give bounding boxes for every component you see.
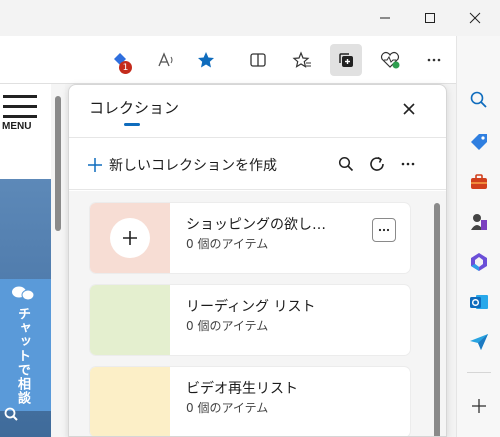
read-aloud-button[interactable] (150, 44, 182, 76)
sidebar-tools-button[interactable] (465, 168, 493, 196)
split-screen-icon (250, 53, 266, 67)
favorites-button[interactable] (286, 44, 318, 76)
close-window-button[interactable] (455, 0, 495, 36)
refresh-button[interactable] (365, 152, 389, 176)
games-icon (471, 214, 487, 230)
collection-thumbnail (90, 285, 170, 355)
shopping-tag-icon (471, 134, 487, 150)
outlook-icon (470, 295, 488, 309)
search-icon (338, 156, 354, 172)
collections-panel: コレクション 新しいコレクションを作成 ショッピングの欲し… 0 個のアイテム … (68, 84, 447, 437)
sidebar-send-button[interactable] (465, 328, 493, 356)
collection-title: ショッピングの欲し… (186, 217, 326, 233)
collections-scrollbar[interactable] (433, 197, 441, 436)
new-collection-label: 新しいコレクションを作成 (109, 158, 277, 174)
browser-sidebar (456, 36, 500, 437)
more-icon (427, 58, 441, 62)
minimize-button[interactable] (365, 0, 405, 36)
sidebar-microsoft365-button[interactable] (465, 248, 493, 276)
collection-title: ビデオ再生リスト (186, 381, 298, 397)
tools-icon (471, 174, 487, 189)
chat-consult-label: チャットで相談 (15, 307, 30, 405)
sidebar-outlook-button[interactable] (465, 288, 493, 316)
close-window-icon (469, 12, 481, 24)
new-collection-button[interactable]: 新しいコレクションを作成 (87, 155, 277, 175)
settings-more-button[interactable] (418, 44, 450, 76)
chat-bubble-icon (12, 286, 35, 301)
search-icon[interactable] (4, 407, 18, 421)
list-item[interactable]: ショッピングの欲し… 0 個のアイテム (90, 203, 410, 273)
sidebar-divider (467, 372, 491, 373)
collections-actions: 新しいコレクションを作成 (69, 138, 446, 190)
panel-title: コレクション (89, 99, 180, 117)
collections-list: ショッピングの欲し… 0 個のアイテム リーディング リスト 0 個のアイテム … (69, 191, 446, 436)
read-aloud-icon (158, 52, 173, 67)
title-underline (124, 123, 140, 126)
microsoft365-icon (471, 253, 487, 271)
more-icon (378, 228, 390, 232)
add-icon (472, 399, 486, 413)
collection-item-count: 0 個のアイテム (186, 237, 269, 251)
more-icon (401, 162, 415, 166)
minimize-icon (380, 17, 390, 19)
close-panel-button[interactable] (397, 97, 421, 121)
collection-more-button[interactable] (372, 218, 396, 242)
chat-consult-button[interactable]: チャットで相談 (0, 279, 51, 411)
collection-item-count: 0 個のアイテム (186, 401, 269, 415)
collections-scrollbar-thumb[interactable] (434, 203, 440, 436)
sidebar-add-button[interactable] (465, 392, 493, 420)
add-to-collection-button[interactable] (110, 218, 150, 258)
page-scrollbar-thumb[interactable] (55, 96, 61, 231)
favorite-star-icon (198, 52, 214, 68)
collections-button[interactable] (330, 44, 362, 76)
sidebar-shopping-button[interactable] (465, 128, 493, 156)
favorites-icon (292, 51, 311, 68)
notification-badge: 1 (119, 61, 132, 74)
extensions-button[interactable]: 1 (104, 44, 136, 76)
collection-thumbnail (90, 367, 170, 436)
browser-toolbar: 1 (0, 36, 456, 84)
menu-label: MENU (2, 121, 32, 132)
collections-more-button[interactable] (396, 152, 420, 176)
sidebar-games-button[interactable] (465, 208, 493, 236)
search-icon (470, 91, 487, 108)
close-icon (403, 103, 415, 115)
maximize-icon (425, 13, 435, 23)
list-item[interactable]: ビデオ再生リスト 0 個のアイテム (90, 367, 410, 436)
plus-icon (123, 231, 137, 245)
search-collections-button[interactable] (334, 152, 358, 176)
sidebar-search-button[interactable] (465, 86, 493, 114)
refresh-icon (370, 156, 384, 171)
panel-header: コレクション (69, 85, 446, 137)
browser-essentials-button[interactable] (374, 44, 406, 76)
send-icon (470, 334, 488, 350)
split-screen-button[interactable] (242, 44, 274, 76)
title-bar (0, 0, 500, 36)
page-scrollbar[interactable] (51, 84, 65, 437)
collection-title: リーディング リスト (186, 299, 316, 315)
plus-icon (88, 158, 102, 172)
browser-essentials-icon (380, 51, 400, 69)
webpage-content: MENU チャットで相談 (0, 84, 51, 437)
collections-icon (339, 53, 353, 67)
list-item[interactable]: リーディング リスト 0 個のアイテム (90, 285, 410, 355)
collection-item-count: 0 個のアイテム (186, 319, 269, 333)
collection-thumbnail (90, 203, 170, 273)
maximize-button[interactable] (410, 0, 450, 36)
favorite-this-page-button[interactable] (190, 44, 222, 76)
